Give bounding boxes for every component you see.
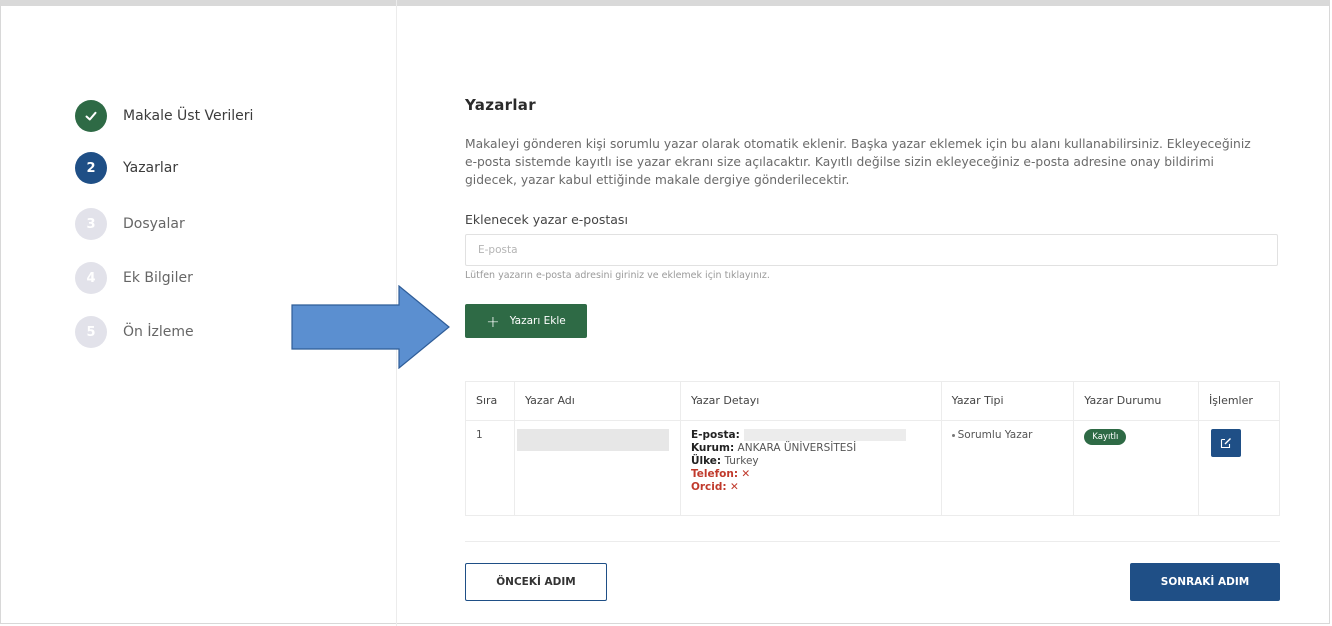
step-number: 5 xyxy=(75,316,107,348)
step-number: 4 xyxy=(75,262,107,294)
cell-order: 1 xyxy=(465,420,515,516)
plus-icon: + xyxy=(486,311,500,331)
cell-author-status: Kayıtlı xyxy=(1073,420,1200,516)
step-label: Makale Üst Verileri xyxy=(123,108,254,124)
col-author-type: Yazar Tipi xyxy=(940,381,1075,421)
add-author-button[interactable]: + Yazarı Ekle xyxy=(465,304,587,338)
arrow-right-icon xyxy=(291,285,450,369)
authors-table: Sıra Yazar Adı Yazar Detayı Yazar Tipi Y… xyxy=(465,381,1280,516)
next-step-button[interactable]: SONRAKİ ADIM xyxy=(1130,563,1280,601)
cell-author-type: Sorumlu Yazar xyxy=(940,420,1075,516)
table-row: 1 E-posta: Kurum: ANKARA ÜNİVERSİTESİ Ül… xyxy=(465,420,1280,516)
cell-author-name xyxy=(513,420,681,516)
col-actions: İşlemler xyxy=(1198,381,1280,421)
edit-icon[interactable] xyxy=(1211,429,1242,457)
cell-actions xyxy=(1198,420,1280,516)
step-authors[interactable]: 2 Yazarlar xyxy=(75,152,178,184)
col-author-name: Yazar Adı xyxy=(513,381,681,421)
step-label: Yazarlar xyxy=(123,160,179,176)
col-author-status: Yazar Durumu xyxy=(1073,381,1200,421)
cell-author-detail: E-posta: Kurum: ANKARA ÜNİVERSİTESİ Ülke… xyxy=(679,420,942,516)
status-badge: Kayıtlı xyxy=(1084,429,1127,445)
divider xyxy=(465,541,1280,542)
redacted-name xyxy=(516,429,669,451)
redacted-email xyxy=(743,429,906,441)
add-author-label: Yazarı Ekle xyxy=(509,315,566,327)
email-field-label: Eklenecek yazar e-postası xyxy=(465,212,628,227)
step-label: Ek Bilgiler xyxy=(123,270,193,286)
step-metadata[interactable]: Makale Üst Verileri xyxy=(75,100,253,132)
step-label: Dosyalar xyxy=(123,216,185,232)
step-number: 2 xyxy=(75,152,107,184)
step-extra-info[interactable]: 4 Ek Bilgiler xyxy=(75,262,193,294)
email-field[interactable] xyxy=(465,234,1278,266)
step-preview[interactable]: 5 Ön İzleme xyxy=(75,316,194,348)
page-description: Makaleyi gönderen kişi sorumlu yazar ola… xyxy=(465,137,1251,187)
table-header-row: Sıra Yazar Adı Yazar Detayı Yazar Tipi Y… xyxy=(465,381,1280,421)
email-hint: Lütfen yazarın e-posta adresini giriniz … xyxy=(465,270,770,281)
check-icon xyxy=(75,100,107,132)
col-author-detail: Yazar Detayı xyxy=(679,381,942,421)
step-label: Ön İzleme xyxy=(123,324,194,340)
col-order: Sıra xyxy=(465,381,515,421)
previous-step-button[interactable]: ÖNCEKİ ADIM xyxy=(465,563,607,601)
step-files[interactable]: 3 Dosyalar xyxy=(75,208,185,240)
step-number: 3 xyxy=(75,208,107,240)
page-title: Yazarlar xyxy=(465,96,536,114)
